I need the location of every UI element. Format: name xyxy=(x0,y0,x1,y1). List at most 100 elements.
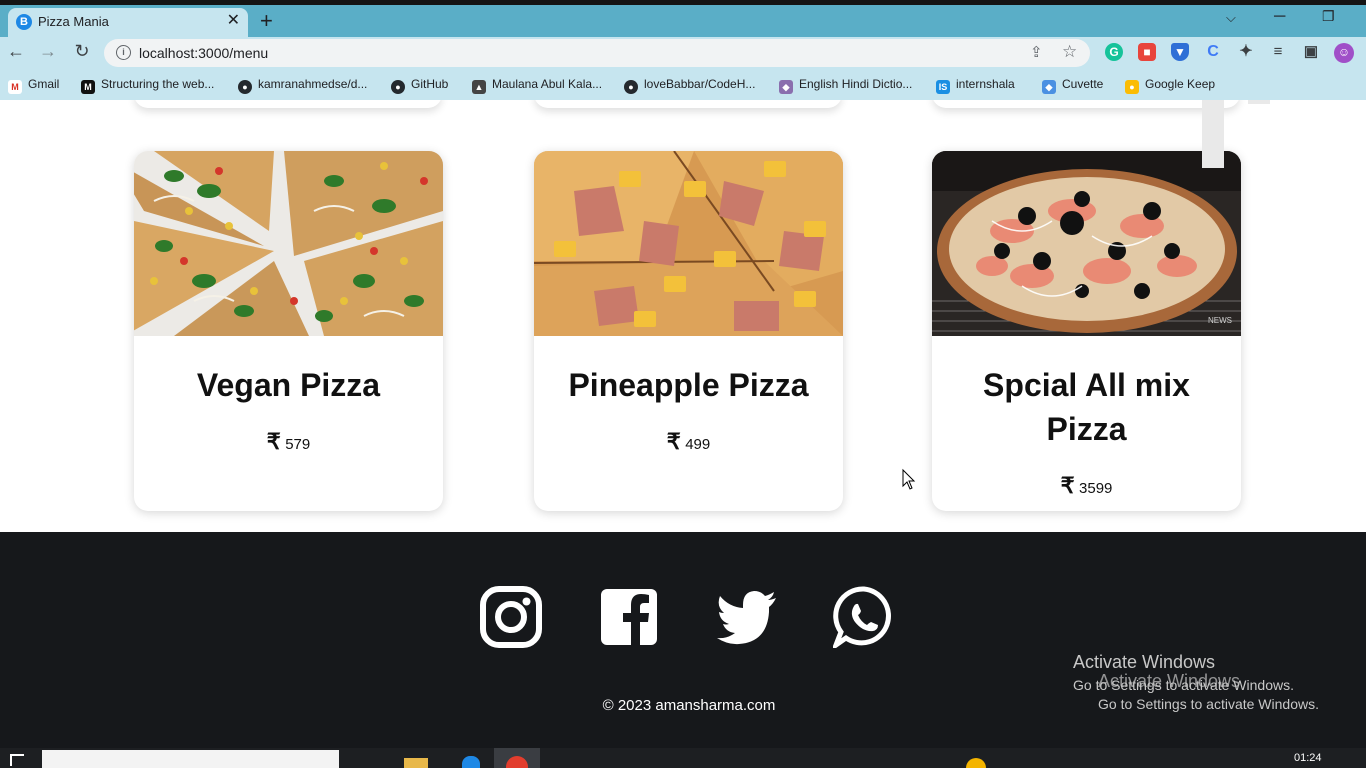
tab-favicon-icon: B xyxy=(16,14,32,30)
bookmark-gmail[interactable]: M Gmail xyxy=(8,77,59,94)
activate-windows-subtitle-ghost: Go to Settings to activate Windows. xyxy=(1098,696,1319,712)
vegan-pizza-image xyxy=(134,151,443,336)
bookmark-label: Structuring the web... xyxy=(101,77,215,91)
bookmark-label: loveBabbar/CodeH... xyxy=(644,77,756,91)
bookmark-english-hindi-dictionary[interactable]: ◆ English Hindi Dictio... xyxy=(779,77,912,94)
pizza-price: ₹ 3599 xyxy=(932,473,1241,499)
whatsapp-icon[interactable] xyxy=(833,586,895,648)
pizza-name: Vegan Pizza xyxy=(196,367,381,403)
card-above-partial xyxy=(932,100,1240,108)
rupee-symbol: ₹ xyxy=(666,429,681,454)
special-all-mix-pizza-image: NEWS xyxy=(932,151,1241,336)
activate-windows-title: Activate Windows xyxy=(1073,652,1216,672)
restore-window-icon[interactable]: ❐ xyxy=(1322,8,1335,25)
scrollbar-track-marker xyxy=(1248,100,1270,104)
share-icon[interactable]: ⇪ xyxy=(1030,43,1043,61)
site-footer: © 2023 amansharma.com Activate Windows G… xyxy=(0,532,1366,748)
pizza-card-vegan[interactable]: Vegan Pizza ₹ 579 xyxy=(134,151,443,511)
graduation-cap-icon: ▲ xyxy=(472,80,486,94)
bookmark-star-icon[interactable]: ☆ xyxy=(1062,42,1077,62)
dictionary-icon: ◆ xyxy=(779,80,793,94)
bookmark-maulana-abul-kalam[interactable]: ▲ Maulana Abul Kala... xyxy=(472,77,602,94)
bookmark-lovebabbar[interactable]: ● loveBabbar/CodeH... xyxy=(624,77,755,94)
bookmark-internshala[interactable]: IS internshala xyxy=(936,77,1015,94)
profile-avatar-icon[interactable]: ☺ xyxy=(1334,43,1354,63)
bookmark-label: English Hindi Dictio... xyxy=(799,77,913,91)
instagram-icon[interactable] xyxy=(480,586,542,648)
close-tab-icon[interactable]: ✕ xyxy=(227,11,240,31)
medium-icon: M xyxy=(81,80,95,94)
minimize-window-icon[interactable]: ─ xyxy=(1274,8,1285,26)
card-above-partial xyxy=(534,100,842,108)
tab-search-chevron-icon[interactable]: ⌵ xyxy=(1226,10,1236,26)
scrollbar-thumb[interactable] xyxy=(1202,100,1224,168)
taskbar-active-app[interactable] xyxy=(494,748,540,768)
pizza-name: Pineapple Pizza xyxy=(568,367,809,403)
github-icon: ● xyxy=(238,80,252,94)
bookmarks-bar: M Gmail M Structuring the web... ● kamranah… xyxy=(0,70,1366,100)
shield-extension-icon[interactable]: ▼ xyxy=(1171,43,1189,61)
url-text[interactable]: localhost:3000/menu xyxy=(139,45,268,61)
site-info-icon[interactable]: i xyxy=(116,45,131,60)
pineapple-pizza-image xyxy=(534,151,843,336)
tab-title: Pizza Mania xyxy=(38,14,109,29)
back-arrow-icon[interactable]: ← xyxy=(4,41,28,62)
chrome-icon xyxy=(506,756,528,768)
github-icon: ● xyxy=(391,80,405,94)
bookmark-label: Google Keep xyxy=(1145,77,1216,91)
browser-tab-strip: B Pizza Mania ✕ + ⌵ ─ ❐ xyxy=(0,0,1366,37)
extensions-puzzle-icon[interactable]: ✦ xyxy=(1237,43,1255,61)
browser-toolbar: ← → ↻ i localhost:3000/menu ⇪ ☆ G ■ ▼ C … xyxy=(0,37,1366,70)
bookmark-kamranahmedse[interactable]: ● kamranahmedse/d... xyxy=(238,77,367,94)
browser-tab[interactable]: B Pizza Mania ✕ xyxy=(8,8,248,37)
facebook-icon[interactable] xyxy=(598,586,660,648)
internshala-icon: IS xyxy=(936,80,950,94)
new-tab-button[interactable]: + xyxy=(260,10,273,32)
image-watermark: NEWS xyxy=(1208,316,1232,325)
bookmark-structuring-the-web[interactable]: M Structuring the web... xyxy=(81,77,214,94)
price-amount: 579 xyxy=(285,436,311,453)
twitter-icon[interactable] xyxy=(716,586,778,648)
edge-browser-icon[interactable] xyxy=(462,756,480,768)
menu-page: Vegan Pizza ₹ 579 Pineapple Pizza ₹ 499 … xyxy=(0,100,1366,532)
bookmark-google-keep[interactable]: ● Google Keep xyxy=(1125,77,1215,94)
bookmark-label: Maulana Abul Kala... xyxy=(492,77,603,91)
pizza-card-pineapple[interactable]: Pineapple Pizza ₹ 499 xyxy=(534,151,843,511)
taskbar-clock[interactable]: 01:24 xyxy=(1294,752,1322,764)
reload-icon[interactable]: ↻ xyxy=(70,41,94,62)
bookmark-github[interactable]: ● GitHub xyxy=(391,77,448,94)
rupee-symbol: ₹ xyxy=(266,429,281,454)
bookmark-label: Gmail xyxy=(28,77,60,91)
card-above-partial xyxy=(134,100,442,108)
bookmark-label: kamranahmedse/d... xyxy=(258,77,368,91)
pizza-price: ₹ 579 xyxy=(134,429,443,455)
google-keep-icon: ● xyxy=(1125,80,1139,94)
media-control-icon[interactable]: ≡ xyxy=(1269,43,1287,61)
side-panel-icon[interactable]: ▣ xyxy=(1302,43,1320,61)
c-extension-icon[interactable]: C xyxy=(1204,43,1222,61)
bookmark-cuvette[interactable]: ◆ Cuvette xyxy=(1042,77,1103,94)
windows-taskbar: 01:24 xyxy=(0,748,1366,768)
extension-red-icon[interactable]: ■ xyxy=(1138,43,1156,61)
tray-app-icon[interactable] xyxy=(966,758,986,768)
gmail-icon: M xyxy=(8,80,22,94)
bookmark-label: GitHub xyxy=(411,77,449,91)
forward-arrow-icon[interactable]: → xyxy=(36,41,60,62)
mouse-cursor-icon xyxy=(902,468,916,490)
pizza-name: Spcial All mix Pizza xyxy=(983,367,1190,447)
start-button-icon[interactable] xyxy=(10,754,24,766)
bookmark-label: Cuvette xyxy=(1062,77,1104,91)
taskbar-search-box[interactable] xyxy=(42,750,339,768)
price-amount: 499 xyxy=(685,436,711,453)
price-amount: 3599 xyxy=(1079,480,1113,497)
grammarly-extension-icon[interactable]: G xyxy=(1105,43,1123,61)
activate-windows-title-ghost: Activate Windows xyxy=(1098,671,1241,691)
pizza-price: ₹ 499 xyxy=(534,429,843,455)
pizza-card-special-all-mix[interactable]: NEWS Spcial All mix Pizza ₹ 3599 xyxy=(932,151,1241,511)
bookmark-label: internshala xyxy=(956,77,1015,91)
cuvette-icon: ◆ xyxy=(1042,80,1056,94)
address-bar[interactable]: i localhost:3000/menu ⇪ ☆ xyxy=(104,39,1090,67)
rupee-symbol: ₹ xyxy=(1060,473,1075,498)
file-explorer-icon[interactable] xyxy=(404,758,428,768)
github-icon: ● xyxy=(624,80,638,94)
